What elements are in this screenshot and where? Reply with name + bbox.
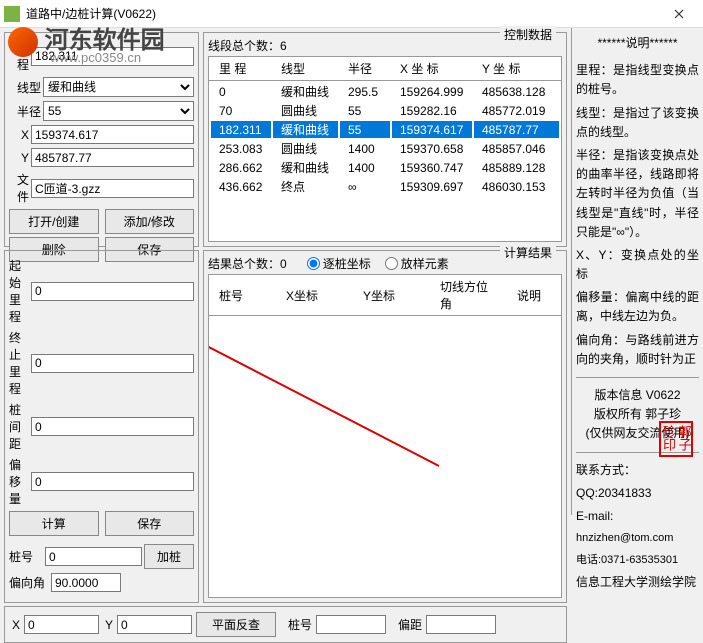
btm-stake-input[interactable] — [316, 615, 386, 634]
rcol-note: 说明 — [509, 277, 559, 313]
help-contact: 联系方式： — [576, 461, 699, 480]
help-panel: ******说明****** 里程：是指线型变换点的桩号。 线型：是指过了该变换… — [571, 28, 703, 515]
table-row[interactable]: 253.083圆曲线1400159370.658485857.046 — [211, 140, 559, 157]
interval-label: 桩 间 距 — [9, 401, 29, 452]
radio-coord-input[interactable] — [307, 257, 320, 270]
stamp: 郭子珍印 — [659, 421, 693, 457]
segments-list[interactable]: 0缓和曲线295.5159264.999485638.128 70圆曲线55159… — [208, 81, 562, 242]
y-input[interactable] — [31, 148, 194, 167]
stake-input[interactable] — [45, 547, 142, 566]
btm-y-label: Y — [105, 618, 113, 632]
table-row[interactable]: 70圆曲线55159282.16485772.019 — [211, 102, 559, 119]
start-label: 起始里程 — [9, 257, 29, 325]
angle-input[interactable] — [51, 573, 121, 592]
btm-dist-label: 偏距 — [398, 616, 422, 633]
open-button[interactable]: 打开/创建 — [9, 209, 99, 234]
btm-stake-label: 桩号 — [288, 616, 312, 633]
help-email-label: E-mail: — [576, 507, 699, 526]
xianxing-label: 线型 — [9, 79, 41, 96]
help-email: hnzizhen@tom.com — [576, 530, 699, 548]
end-input[interactable] — [31, 354, 194, 373]
radio-elem[interactable]: 放样元素 — [385, 255, 449, 272]
offset-label: 偏 移 量 — [9, 456, 29, 507]
table-row[interactable]: 182.311缓和曲线55159374.617485787.77 — [211, 121, 559, 138]
add-modify-button[interactable]: 添加/修改 — [105, 209, 195, 234]
calc-result-label: 计算结果 — [500, 244, 556, 261]
rcol-azimuth: 切线方位角 — [432, 277, 507, 313]
file-label: 文件 — [9, 171, 29, 205]
segments-header-table: 里 程 线型 半径 X 坐 标 Y 坐 标 — [209, 57, 561, 80]
help-p6: 偏向角：与路线前进方向的夹角，顺时针为正 — [576, 331, 699, 369]
results-list[interactable] — [208, 316, 562, 598]
rcol-x: X坐标 — [278, 277, 353, 313]
bottom-panel: X Y 平面反查 桩号 偏距 — [4, 606, 567, 643]
window-title: 道路中/边桩计算(V0622) — [26, 5, 659, 22]
angle-label: 偏向角 — [9, 574, 49, 591]
radio-elem-input[interactable] — [385, 257, 398, 270]
rcol-y: Y坐标 — [355, 277, 430, 313]
calc-params-panel: 起始里程 终止里程 桩 间 距 偏 移 量 计算 保存 — [4, 250, 199, 603]
banjing-label: 半径 — [9, 103, 41, 120]
col-banjing: 半径 — [340, 59, 390, 78]
rcol-stake: 桩号 — [211, 277, 276, 313]
annotation-arrow — [209, 316, 559, 486]
help-p4: X、Y：变换点处的坐标 — [576, 246, 699, 284]
table-row[interactable]: 286.662缓和曲线1400159360.747485889.128 — [211, 159, 559, 176]
help-version: 版本信息 V0622 — [576, 386, 699, 405]
results-header-table: 桩号 X坐标 Y坐标 切线方位角 说明 — [209, 275, 561, 315]
radio-elem-label: 放样元素 — [401, 255, 449, 272]
help-org: 信息工程大学测绘学院 — [576, 573, 699, 592]
start-input[interactable] — [31, 282, 194, 301]
help-title: ******说明****** — [576, 34, 699, 53]
col-licheng: 里 程 — [211, 59, 271, 78]
file-input[interactable] — [31, 179, 194, 198]
table-row[interactable]: 436.662终点∞159309.697486030.153 — [211, 178, 559, 195]
banjing-select[interactable]: 55 — [43, 101, 194, 121]
app-icon — [4, 6, 20, 22]
segments-panel: 控制数据 线段总个数：6 里 程 线型 半径 X 坐 标 Y 坐 标 0缓 — [203, 32, 567, 247]
help-p3: 半径：是指该变换点处的曲率半径，线路即将左转时半径为负值（当线型是"直线"时，半… — [576, 146, 699, 242]
btm-x-label: X — [12, 618, 20, 632]
add-stake-button[interactable]: 加桩 — [144, 544, 194, 569]
params-panel: 里程 线型 缓和曲线 半径 55 X — [4, 32, 199, 247]
xianxing-select[interactable]: 缓和曲线 — [43, 77, 194, 97]
col-y: Y 坐 标 — [474, 59, 559, 78]
help-p5: 偏移量：偏离中线的距离，中线左边为负。 — [576, 288, 699, 326]
radio-coord-label: 逐桩坐标 — [323, 255, 371, 272]
licheng-label: 里程 — [9, 39, 29, 73]
help-qq: QQ:20341833 — [576, 484, 699, 503]
control-data-label: 控制数据 — [500, 26, 556, 43]
results-panel: 计算结果 结果总个数：0 逐桩坐标 放样元素 — [203, 250, 567, 603]
btm-y-input[interactable] — [117, 615, 192, 634]
close-button[interactable] — [659, 0, 699, 28]
help-tel: 电话:0371-63535301 — [576, 552, 699, 570]
table-row[interactable]: 0缓和曲线295.5159264.999485638.128 — [211, 83, 559, 100]
close-icon — [674, 9, 684, 19]
stake-label: 桩号 — [9, 548, 43, 565]
x-label: X — [9, 128, 29, 142]
help-p1: 里程：是指线型变换点的桩号。 — [576, 61, 699, 99]
results-total: 结果总个数：0 — [208, 255, 287, 272]
reverse-button[interactable]: 平面反查 — [196, 612, 276, 637]
btm-dist-input[interactable] — [426, 615, 496, 634]
y-label: Y — [9, 151, 29, 165]
titlebar: 道路中/边桩计算(V0622) — [0, 0, 703, 28]
col-x: X 坐 标 — [392, 59, 472, 78]
col-xianxing: 线型 — [273, 59, 338, 78]
btm-x-input[interactable] — [24, 615, 99, 634]
offset-input[interactable] — [31, 472, 194, 491]
interval-input[interactable] — [31, 417, 194, 436]
radio-coord[interactable]: 逐桩坐标 — [307, 255, 371, 272]
help-p2: 线型：是指过了该变换点的线型。 — [576, 104, 699, 142]
x-input[interactable] — [31, 125, 194, 144]
licheng-input[interactable] — [31, 47, 194, 66]
end-label: 终止里程 — [9, 329, 29, 397]
